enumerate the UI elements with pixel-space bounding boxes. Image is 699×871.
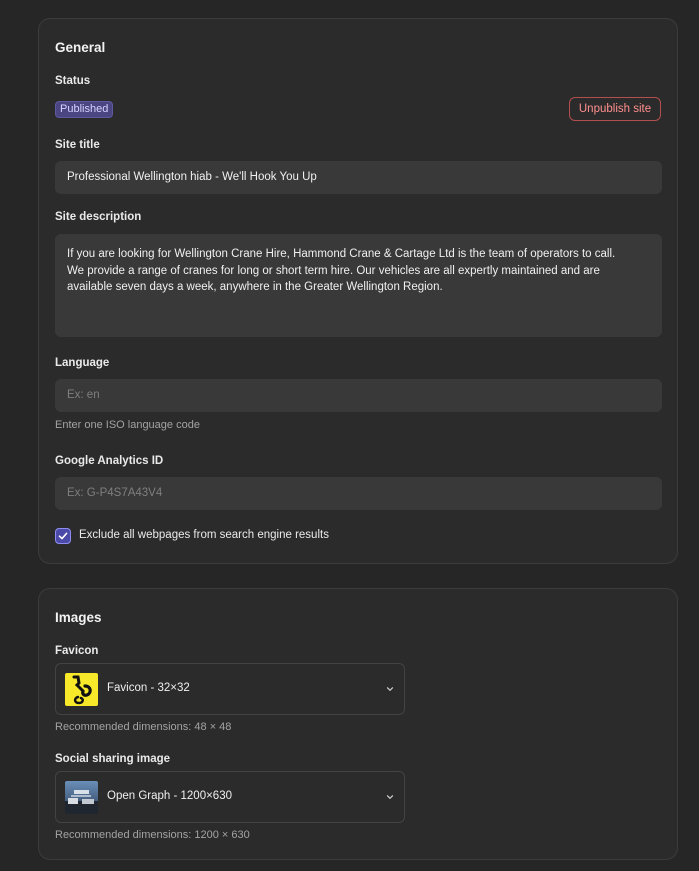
analytics-input[interactable]: Ex: G-P4S7A43V4	[55, 477, 662, 510]
exclude-search-checkbox[interactable]	[55, 528, 71, 544]
social-image-selected-label: Open Graph - 1200×630	[107, 790, 232, 802]
site-description-line: We provide a range of cranes for long or…	[67, 264, 600, 277]
favicon-thumbnail	[65, 673, 98, 706]
favicon-label: Favicon	[55, 645, 99, 657]
status-badge: Published	[55, 101, 114, 118]
language-input[interactable]: Ex: en	[55, 379, 662, 412]
site-description-textarea[interactable]: If you are looking for Wellington Crane …	[55, 234, 662, 337]
chevron-down-icon	[386, 687, 394, 691]
check-icon	[58, 532, 68, 540]
images-title: Images	[55, 610, 102, 625]
favicon-selected-label: Favicon - 32×32	[107, 682, 190, 694]
site-description-label: Site description	[55, 211, 142, 223]
chevron-down-icon	[386, 795, 394, 799]
site-title-input[interactable]: Professional Wellington hiab - We'll Hoo…	[55, 161, 662, 194]
site-title-label: Site title	[55, 139, 100, 151]
unpublish-site-button[interactable]: Unpublish site	[569, 97, 661, 121]
favicon-hint: Recommended dimensions: 48 × 48	[55, 721, 232, 733]
general-card: General Status Published Unpublish site …	[38, 18, 678, 564]
status-label: Status	[55, 75, 91, 87]
site-description-line: available seven days a week, anywhere in…	[67, 281, 443, 293]
social-image-thumbnail	[65, 781, 98, 814]
social-image-hint: Recommended dimensions: 1200 × 630	[55, 829, 250, 841]
social-image-label: Social sharing image	[55, 753, 171, 765]
favicon-select[interactable]: Favicon - 32×32	[55, 663, 405, 715]
site-description-line: If you are looking for Wellington Crane …	[67, 248, 616, 260]
social-image-select[interactable]: Open Graph - 1200×630	[55, 771, 405, 823]
language-hint: Enter one ISO language code	[55, 419, 200, 431]
exclude-search-label[interactable]: Exclude all webpages from search engine …	[79, 529, 329, 541]
images-card: Images Favicon Favicon - 32×32 Recommend…	[38, 588, 678, 860]
language-label: Language	[55, 357, 110, 369]
general-title: General	[55, 40, 106, 55]
analytics-label: Google Analytics ID	[55, 455, 164, 467]
